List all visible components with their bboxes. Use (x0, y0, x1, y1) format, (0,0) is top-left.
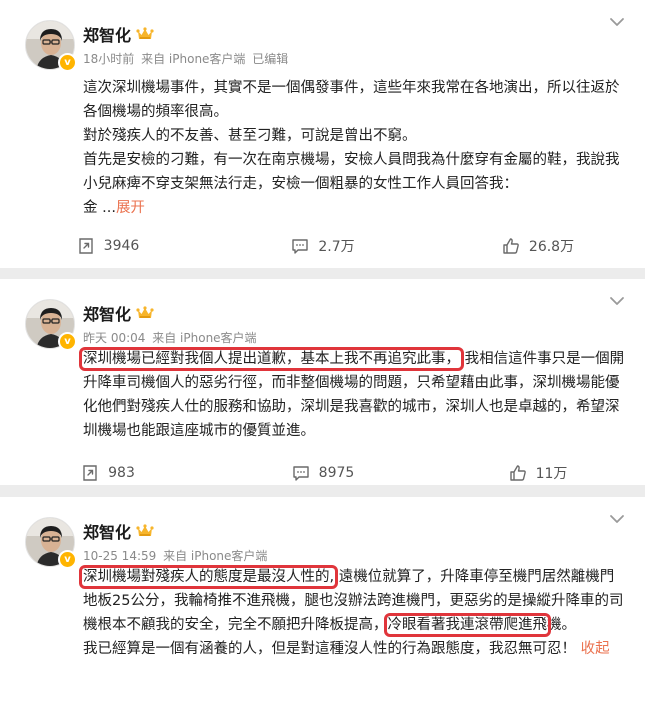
like-button[interactable]: 26.8万 (430, 233, 645, 259)
post-time[interactable]: 10-25 14:59 (83, 549, 156, 563)
chevron-down-icon[interactable] (607, 509, 627, 529)
repost-button[interactable]: 3946 (0, 233, 215, 259)
post-source: 来自 iPhone客户端 (163, 549, 268, 563)
edited-label[interactable]: 已编辑 (252, 52, 288, 66)
post-meta: 18小时前 来自 iPhone客户端 已编辑 (83, 50, 288, 67)
repost-count: 983 (108, 465, 135, 481)
crown-icon (136, 523, 154, 539)
author-name[interactable]: 郑智化 (83, 519, 154, 543)
comment-icon (290, 236, 310, 256)
chevron-down-icon[interactable] (607, 12, 627, 32)
post-content: 這次深圳機場事件，其實不是一個偶發事件，這些年來我常在各地演出，所以往返於各個機… (83, 76, 628, 220)
crown-icon (136, 305, 154, 321)
repost-count: 3946 (103, 238, 140, 254)
like-count: 26.8万 (528, 239, 575, 255)
comment-count: 8975 (318, 465, 355, 481)
repost-icon (80, 463, 100, 483)
repost-button[interactable]: 983 (0, 460, 215, 485)
verified-badge-icon: v (58, 550, 77, 569)
verified-badge-icon: v (58, 332, 77, 351)
post-paragraph: 金 ...展开 (83, 196, 628, 220)
post-paragraph: 首先是安檢的刁難，有一次在南京機場，安檢人員問我為什麼穿有金屬的鞋，我說我小兒麻… (83, 152, 620, 192)
post-paragraph: 深圳機場對殘疾人的態度是最沒人性的, 遠機位就算了，升降車停至機門居然離機門地板… (78, 565, 628, 637)
post-source: 来自 iPhone客户端 (141, 52, 246, 66)
post-time[interactable]: 昨天 00:04 (83, 331, 145, 345)
post-content: 深圳機場對殘疾人的態度是最沒人性的, 遠機位就算了，升降車停至機門居然離機門地板… (78, 565, 628, 661)
author-name-text[interactable]: 郑智化 (83, 22, 131, 46)
post-time[interactable]: 18小时前 (83, 52, 134, 66)
like-icon (501, 236, 521, 256)
post-paragraph: 我已經算是一個有涵養的人，但是對這種沒人性的行為跟態度，我忍無可忍！ 收起 (83, 637, 628, 661)
action-bar: 983 8975 11万 (0, 460, 645, 485)
author-name-text[interactable]: 郑智化 (83, 519, 131, 543)
truncated-text: 金 ... (83, 200, 116, 216)
highlighted-text: 深圳機場對殘疾人的態度是最沒人性的, (78, 565, 339, 589)
post-paragraph: 這次深圳機場事件，其實不是一個偶發事件，這些年來我常在各地演出，所以往返於各個機… (83, 80, 620, 120)
comment-icon (291, 463, 311, 483)
highlighted-text: 冷眼看著我連滾帶爬進飛 (383, 613, 551, 637)
action-bar: 3946 2.7万 26.8万 (0, 233, 645, 259)
post-meta: 10-25 14:59 来自 iPhone客户端 (83, 547, 267, 564)
post-text: 機。 (547, 617, 576, 633)
crown-icon (136, 26, 154, 42)
comment-count: 2.7万 (318, 239, 355, 255)
post-text: 我已經算是一個有涵養的人，但是對這種沒人性的行為跟態度，我忍無可忍！ (83, 641, 576, 657)
post-paragraph: 對於殘疾人的不友善、甚至刁難，可說是曾出不窮。 (83, 128, 417, 144)
collapse-link[interactable]: 收起 (581, 641, 610, 657)
verified-badge-icon: v (58, 53, 77, 72)
weibo-post: v 郑智化 10-25 14:59 来自 iPhone客户端 深圳機場對殘疾人的… (0, 497, 645, 723)
post-meta: 昨天 00:04 来自 iPhone客户端 (83, 329, 257, 346)
author-name[interactable]: 郑智化 (83, 22, 154, 46)
weibo-post: v 郑智化 昨天 00:04 来自 iPhone客户端 深圳機場已經對我個人提出… (0, 279, 645, 485)
author-name[interactable]: 郑智化 (83, 301, 154, 325)
repost-icon (76, 236, 96, 256)
like-count: 11万 (535, 466, 568, 482)
post-content: 深圳機場已經對我個人提出道歉，基本上我不再追究此事， 我相信這件事只是一個開升降… (79, 347, 628, 443)
comment-button[interactable]: 2.7万 (215, 233, 430, 259)
like-icon (508, 463, 528, 483)
post-paragraph: 深圳機場已經對我個人提出道歉，基本上我不再追究此事， 我相信這件事只是一個開升降… (79, 347, 628, 443)
post-source: 来自 iPhone客户端 (152, 331, 257, 345)
comment-button[interactable]: 8975 (215, 460, 430, 485)
expand-link[interactable]: 展开 (116, 200, 145, 216)
author-name-text[interactable]: 郑智化 (83, 301, 131, 325)
chevron-down-icon[interactable] (607, 291, 627, 311)
weibo-post: v 郑智化 18小时前 来自 iPhone客户端 已编辑 這次深圳機場事件，其實… (0, 0, 645, 268)
like-button[interactable]: 11万 (430, 460, 645, 485)
highlighted-text: 深圳機場已經對我個人提出道歉，基本上我不再追究此事， (79, 347, 464, 371)
